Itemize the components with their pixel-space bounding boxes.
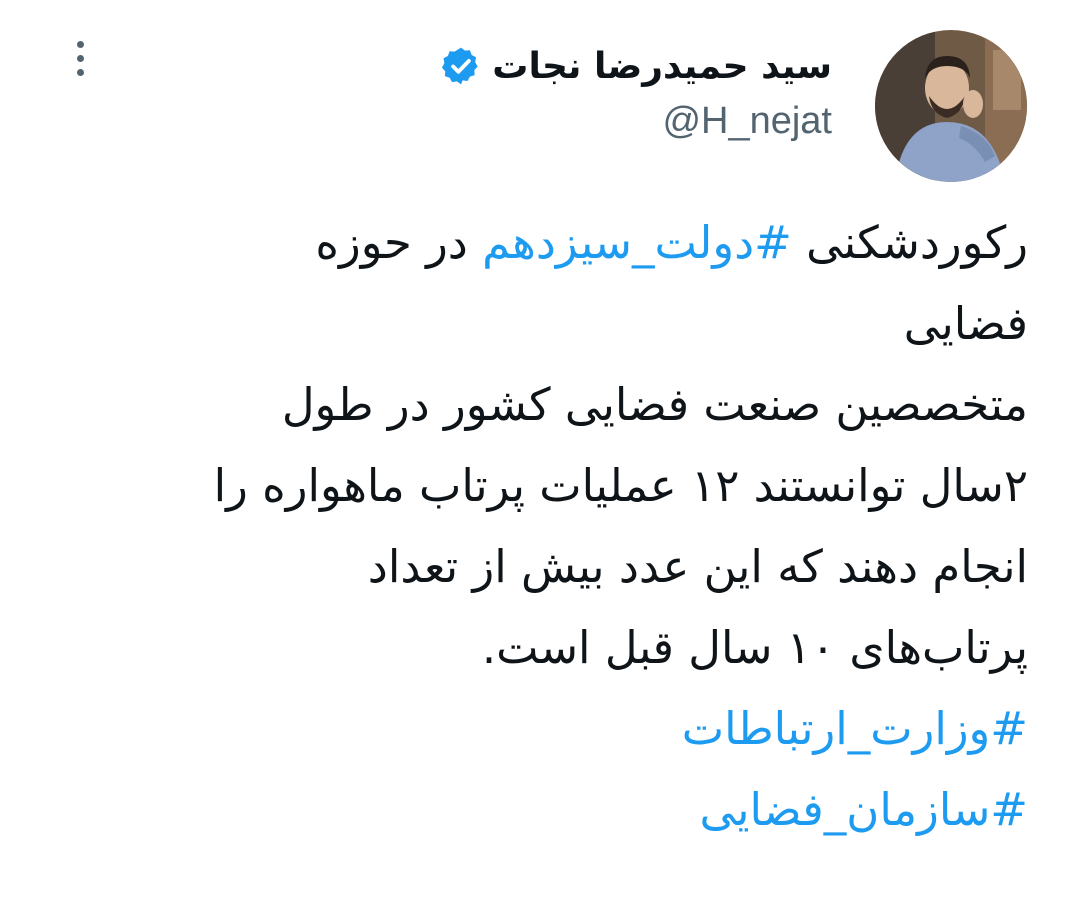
tweet-line: رکوردشکنی #دولت_سیزدهم در حوزه [38,202,1028,283]
tweet: سید حمیدرضا نجات @H_nejat رکوردشکنی #دول… [0,0,1080,897]
verified-badge-icon [442,47,478,85]
author-block: سید حمیدرضا نجات @H_nejat [440,36,832,143]
name-row: سید حمیدرضا نجات [440,36,832,96]
tweet-text: رکوردشکنی #دولت_سیزدهم در حوزه فضایی متخ… [38,202,1028,850]
more-options-icon-dot [76,54,84,62]
avatar[interactable] [875,30,1027,182]
display-name[interactable]: سید حمیدرضا نجات [492,46,832,87]
tweet-line: انجام دهند که این عدد بیش از تعداد [367,540,1028,593]
tweet-text-segment: در حوزه [315,216,483,269]
more-options-icon-dot [76,68,84,76]
handle[interactable]: @H_nejat [440,100,832,143]
hashtag-link[interactable]: #وزارت_ارتباطات [38,688,1028,769]
more-options-button[interactable] [62,34,98,82]
hashtag-link[interactable]: #دولت_سیزدهم [482,216,792,269]
tweet-line: ۲سال توانستند ۱۲ عملیات پرتاب ماهواره را [213,459,1028,512]
tweet-line: فضایی [903,297,1028,350]
tweet-line: پرتاب‌های ۱۰ سال قبل است. [481,621,1028,674]
tweet-text-segment: رکوردشکنی [791,216,1028,269]
more-options-icon [76,40,84,48]
hashtag-link[interactable]: #سازمان_فضایی [38,769,1029,850]
tweet-line: متخصصین صنعت فضایی کشور در طول [281,378,1028,431]
